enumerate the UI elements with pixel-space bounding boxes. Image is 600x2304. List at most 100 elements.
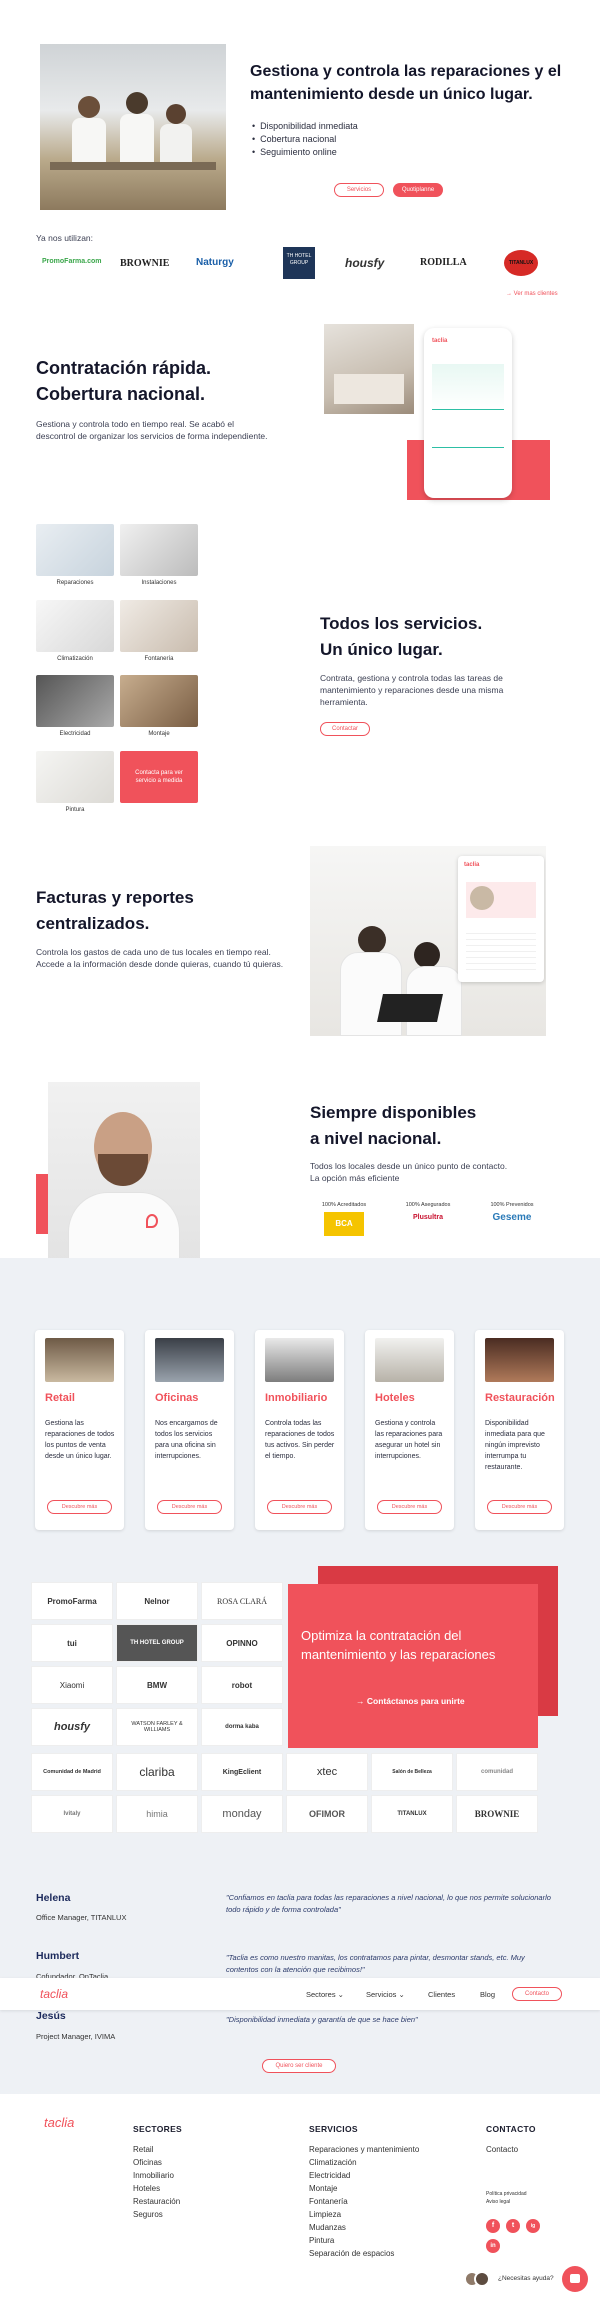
nav-sectores[interactable]: Sectores ⌄ [306,1990,344,1999]
chat-button[interactable] [562,2266,588,2292]
become-client-button[interactable]: Quiero ser cliente [262,2059,336,2073]
service-tile-pintura[interactable]: Pintura [36,751,114,813]
service-contact-tile[interactable]: Contacta para ver servicio a medida [120,751,198,803]
sector-image [155,1338,224,1382]
sticky-nav: taclia Sectores ⌄ Servicios ⌄ Clientes B… [0,1978,600,2010]
footer-sector-link[interactable]: Retail [133,2143,153,2156]
grid-logo: monday [201,1795,283,1833]
nav-servicios[interactable]: Servicios ⌄ [366,1990,405,1999]
footer-service-link[interactable]: Limpieza [309,2208,341,2221]
footer-legal-link[interactable]: Aviso legal [486,2198,510,2206]
grid-logo: BROWNIE [456,1795,538,1833]
footer-service-link[interactable]: Reparaciones y mantenimiento [309,2143,419,2156]
sector-card-inmobiliario: Inmobiliario Controla todas las reparaci… [255,1330,344,1530]
reports-title-1: Facturas y reportes [36,888,194,907]
grid-logo: ROSA CLARÁ [201,1582,283,1620]
sector-text: Gestiona las reparaciones de todos los p… [45,1420,115,1460]
sector-title: Oficinas [155,1392,199,1404]
chat-widget[interactable]: ¿Necesitas ayuda? [462,2266,590,2292]
sector-more-button[interactable]: Descubre más [47,1500,112,1514]
footer-sector-link[interactable]: Oficinas [133,2156,162,2169]
nav-contact-button[interactable]: Contacto [512,1987,562,2001]
cta-link[interactable]: → Contáctanos para unirte [356,1696,465,1706]
twitter-icon[interactable]: t [506,2219,520,2233]
grid-logo: WATSON FARLEY & WILLIAMS [116,1708,198,1746]
more-clients-link[interactable]: → Ver mas clientes [506,291,558,297]
service-tile-electricidad[interactable]: Electricidad [36,675,114,737]
chat-avatar [474,2271,490,2287]
footer-service-link[interactable]: Climatización [309,2156,357,2169]
footer-contact-link[interactable]: Contacto [486,2143,518,2156]
sector-image [265,1338,334,1382]
grid-logo: Ivitaly [31,1795,113,1833]
footer-service-link[interactable]: Pintura [309,2234,334,2247]
sector-card-restauracion: Restauración Disponibilidad inmediata pa… [475,1330,564,1530]
footer-sector-link[interactable]: Hoteles [133,2182,160,2195]
sector-more-button[interactable]: Descubre más [487,1500,552,1514]
footer-sector-link[interactable]: Seguros [133,2208,163,2221]
testimonial-name: Humbert [36,1950,80,1962]
quote-button[interactable]: Quotiplanne [393,183,443,197]
footer-sector-link[interactable]: Restauración [133,2195,180,2208]
reports-photo: taclia [310,846,546,1036]
badge-logo-text: Plusultra [413,1214,443,1221]
service-image [36,600,114,652]
badge-logo-plusultra: Plusultra [398,1214,458,1221]
footer-contacto-title: CONTACTO [486,2124,536,2134]
sector-title: Restauración [485,1392,555,1404]
badge-acreditados: 100% Acreditados BCA [314,1202,374,1236]
sector-title: Inmobiliario [265,1392,328,1404]
sector-text: Controla todas las reparaciones de todos… [265,1420,335,1460]
footer-service-link[interactable]: Mudanzas [309,2221,346,2234]
sector-more-button[interactable]: Descubre más [157,1500,222,1514]
service-image [36,751,114,803]
service-label: Reparaciones [56,580,94,586]
footer-logo[interactable]: taclia [44,2115,74,2130]
linkedin-icon[interactable]: in [486,2239,500,2253]
reports-title-2: centralizados. [36,914,150,933]
grid-logo: BMW [116,1666,198,1704]
footer-service-link[interactable]: Electricidad [309,2169,350,2182]
footer-service-link[interactable]: Montaje [309,2182,337,2195]
services-button[interactable]: Servicios [334,183,384,197]
service-tile-instalaciones[interactable]: Instalaciones [120,524,198,586]
grid-logo: TH HOTEL GROUP [116,1624,198,1662]
sector-more-button[interactable]: Descubre más [267,1500,332,1514]
client-logo-titanlux-text: TITANLUX [508,260,534,266]
cta-block: Optimiza la contratación del mantenimien… [288,1584,538,1748]
service-tile-montaje[interactable]: Montaje [120,675,198,737]
national-title-1: Siempre disponibles [310,1103,477,1122]
sector-more-button[interactable]: Descubre más [377,1500,442,1514]
footer-service-link[interactable]: Separación de espacios [309,2247,394,2260]
grid-logo: xtec [286,1753,368,1791]
grid-logo: dorma kaba [201,1708,283,1746]
footer-privacy-link[interactable]: Política privacidad [486,2190,527,2198]
service-tile-climatizacion[interactable]: Climatización [36,600,114,662]
service-tile-reparaciones[interactable]: Reparaciones [36,524,114,586]
chat-label: ¿Necesitas ayuda? [498,2275,554,2282]
footer-sector-link[interactable]: Inmobiliario [133,2169,174,2182]
client-logo-promofarma: PromoFarma.com [42,258,102,265]
grid-logo: TITANLUX [371,1795,453,1833]
cta-title: Optimiza la contratación del mantenimien… [301,1628,496,1662]
grid-logo: Xiaomi [31,1666,113,1704]
badge-logo-bca: BCA [324,1212,364,1236]
contactar-button[interactable]: Contactar [320,722,370,736]
testimonial-quote: "Taclia es como nuestro manitas, los con… [226,1953,525,1974]
grid-logo: Salón de Belleza [371,1753,453,1791]
instagram-icon[interactable]: ig [526,2219,540,2233]
nav-clientes[interactable]: Clientes [428,1990,455,1999]
nav-logo[interactable]: taclia [40,1987,68,2001]
service-image [36,524,114,576]
service-tile-fontaneria[interactable]: Fontanería [120,600,198,662]
facebook-icon[interactable]: f [486,2219,500,2233]
grid-logo: PromoFarma [31,1582,113,1620]
footer-service-link[interactable]: Fontanería [309,2195,348,2208]
nav-blog[interactable]: Blog [480,1990,495,1999]
sector-image [485,1338,554,1382]
testimonial-quote: "Disponibilidad inmediata y garantía de … [226,2015,418,2024]
hero-photo [40,44,226,210]
badge-label: 100% Asegurados [405,1202,451,1208]
testimonial-role: Office Manager, TITANLUX [36,1913,127,1922]
badge-logo-text: Geseme [492,1212,532,1223]
